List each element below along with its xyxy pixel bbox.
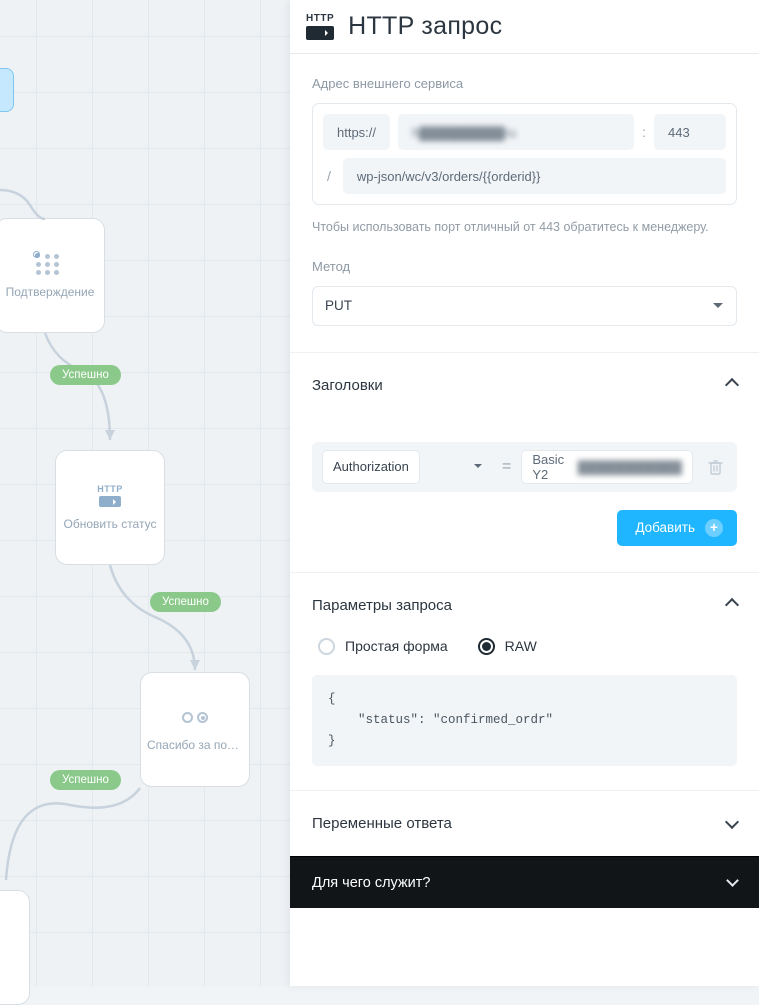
- header-row: Authorization = Basic Y2▓▓▓▓▓▓▓▓▓▓▓: [312, 442, 737, 492]
- trash-icon[interactable]: [703, 455, 727, 479]
- http-icon: HTTP: [306, 13, 334, 40]
- url-slash: /: [323, 168, 335, 184]
- chevron-up-icon: [725, 378, 739, 392]
- header-key-select[interactable]: Authorization: [322, 450, 420, 484]
- panel-header: HTTP HTTP запрос: [290, 0, 759, 54]
- flow-node-label: Обновить статус: [56, 517, 164, 531]
- section-method: Метод PUT: [290, 237, 759, 352]
- chevron-down-icon: [726, 874, 739, 887]
- flow-node-partial[interactable]: [0, 890, 30, 1005]
- equals-sign: =: [502, 458, 511, 476]
- accordion-title: Переменные ответа: [312, 815, 452, 832]
- flow-connector: [100, 562, 220, 682]
- help-bar[interactable]: Для чего служит?: [290, 856, 759, 908]
- radio-simple-form[interactable]: Простая форма: [318, 638, 448, 655]
- url-scheme[interactable]: https://: [323, 114, 390, 150]
- accordion-title: Параметры запроса: [312, 597, 452, 614]
- url-host-input[interactable]: h▓▓▓▓▓▓▓▓▓ru: [398, 114, 634, 150]
- flow-connector: [0, 330, 150, 460]
- flow-edge-badge-success: Успешно: [50, 365, 121, 385]
- url-colon: :: [642, 124, 646, 140]
- http-icon: HTTP: [97, 484, 123, 507]
- accordion-response-vars[interactable]: Переменные ответа: [290, 790, 759, 856]
- method-select[interactable]: PUT: [312, 286, 737, 326]
- url-path-input[interactable]: [343, 158, 726, 194]
- accordion-params[interactable]: Параметры запроса: [290, 572, 759, 632]
- port-hint: Чтобы использовать порт отличный от 443 …: [312, 219, 737, 237]
- voicemail-icon: [178, 708, 212, 728]
- radio-raw[interactable]: RAW: [478, 638, 537, 655]
- panel-title: HTTP запрос: [348, 12, 502, 41]
- grid-icon: [32, 253, 68, 275]
- panel-scroll[interactable]: Адрес внешнего сервиса https:// h▓▓▓▓▓▓▓…: [290, 54, 759, 986]
- plus-icon: +: [705, 519, 723, 537]
- flow-edge-badge-success: Успешно: [50, 770, 121, 790]
- flow-node-partial-selected[interactable]: [0, 68, 14, 112]
- add-header-button[interactable]: Добавить +: [617, 510, 737, 546]
- section-address: Адрес внешнего сервиса https:// h▓▓▓▓▓▓▓…: [290, 54, 759, 237]
- accordion-headers[interactable]: Заголовки: [290, 352, 759, 412]
- url-port-input[interactable]: [654, 114, 726, 150]
- flow-edge-badge-success: Успешно: [150, 592, 221, 612]
- flow-node-update-status[interactable]: HTTP Обновить статус: [55, 450, 165, 565]
- flow-connector: [0, 185, 110, 235]
- field-label-method: Метод: [312, 259, 737, 274]
- chevron-down-icon: [725, 815, 739, 829]
- params-mode-radiogroup: Простая форма RAW: [290, 632, 759, 675]
- flow-node-label: Подтверждение: [0, 285, 104, 299]
- header-value-input[interactable]: Basic Y2▓▓▓▓▓▓▓▓▓▓▓: [521, 450, 693, 484]
- raw-body-textarea[interactable]: { "status": "confirmed_ordr" }: [312, 675, 737, 767]
- help-title: Для чего служит?: [312, 875, 430, 891]
- chevron-up-icon: [725, 598, 739, 612]
- field-label-address: Адрес внешнего сервиса: [312, 76, 737, 91]
- accordion-title: Заголовки: [312, 377, 383, 394]
- url-card: https:// h▓▓▓▓▓▓▓▓▓ru : /: [312, 103, 737, 205]
- config-panel: HTTP HTTP запрос Адрес внешнего сервиса …: [290, 0, 759, 986]
- flow-canvas[interactable]: Подтверждение Успешно HTTP Обновить стат…: [0, 0, 290, 986]
- flow-node-confirmation[interactable]: Подтверждение: [0, 218, 105, 333]
- flow-node-label: Спасибо за подт…: [141, 738, 249, 752]
